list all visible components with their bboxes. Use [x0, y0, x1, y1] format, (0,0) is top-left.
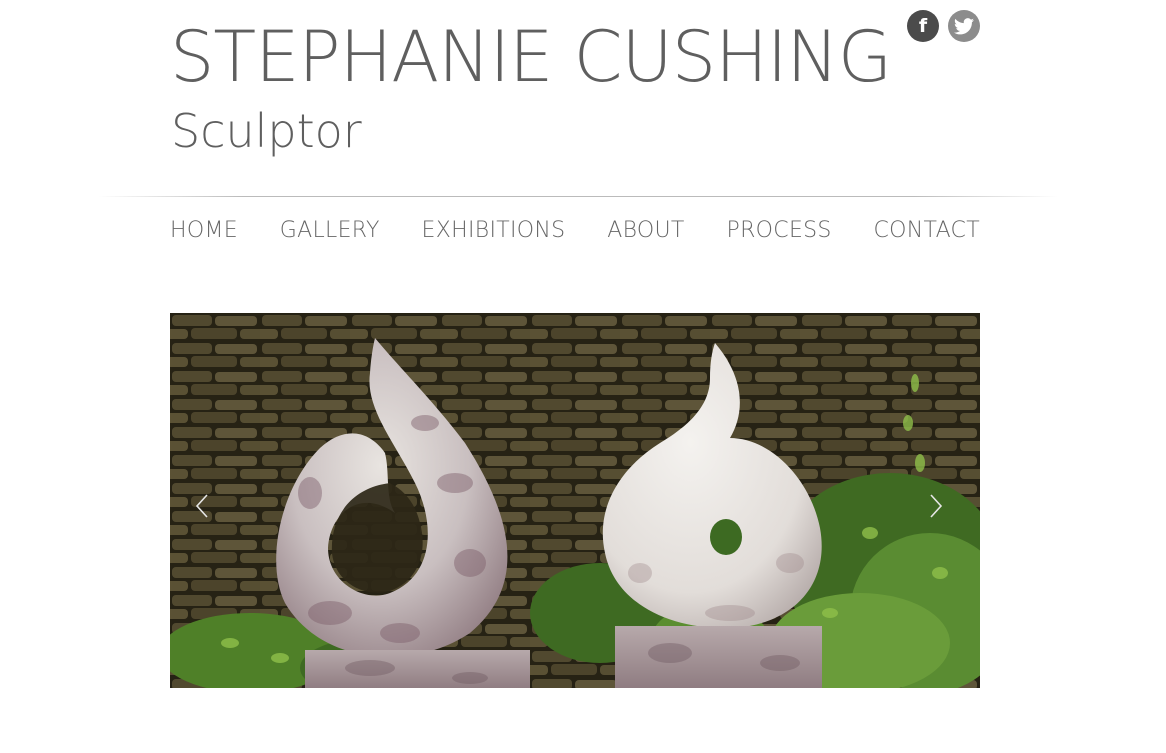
- chevron-left-icon: [195, 493, 209, 519]
- facebook-icon: f: [918, 14, 928, 37]
- nav-item-home: HOME: [170, 218, 238, 243]
- slider-image-sculptures: [170, 313, 980, 688]
- nav-item-process: PROCESS: [727, 218, 832, 243]
- twitter-icon: [954, 17, 974, 35]
- page: STEPHANIE CUSHING Sculptor f HOME GALLER…: [0, 0, 1166, 753]
- site-subtitle: Sculptor: [171, 104, 362, 158]
- slider-next-button[interactable]: [924, 489, 948, 523]
- nav-item-contact: CONTACT: [874, 218, 980, 243]
- nav-link-process[interactable]: PROCESS: [727, 218, 832, 243]
- nav-link-contact[interactable]: CONTACT: [874, 218, 980, 243]
- nav-link-home[interactable]: HOME: [170, 218, 238, 243]
- header-divider: [98, 196, 1058, 197]
- twitter-link[interactable]: [948, 10, 980, 42]
- facebook-link[interactable]: f: [907, 10, 939, 42]
- image-slider[interactable]: [170, 313, 980, 688]
- nav-link-gallery[interactable]: GALLERY: [280, 218, 380, 243]
- nav-link-exhibitions[interactable]: EXHIBITIONS: [422, 218, 566, 243]
- chevron-right-icon: [929, 493, 943, 519]
- nav-item-about: ABOUT: [607, 218, 684, 243]
- main-nav: HOME GALLERY EXHIBITIONS ABOUT PROCESS C…: [170, 218, 980, 243]
- nav-item-exhibitions: EXHIBITIONS: [422, 218, 566, 243]
- site-title[interactable]: STEPHANIE CUSHING: [170, 22, 892, 92]
- slider-prev-button[interactable]: [190, 489, 214, 523]
- nav-link-about[interactable]: ABOUT: [607, 218, 684, 243]
- nav-item-gallery: GALLERY: [280, 218, 380, 243]
- social-links: f: [907, 10, 980, 42]
